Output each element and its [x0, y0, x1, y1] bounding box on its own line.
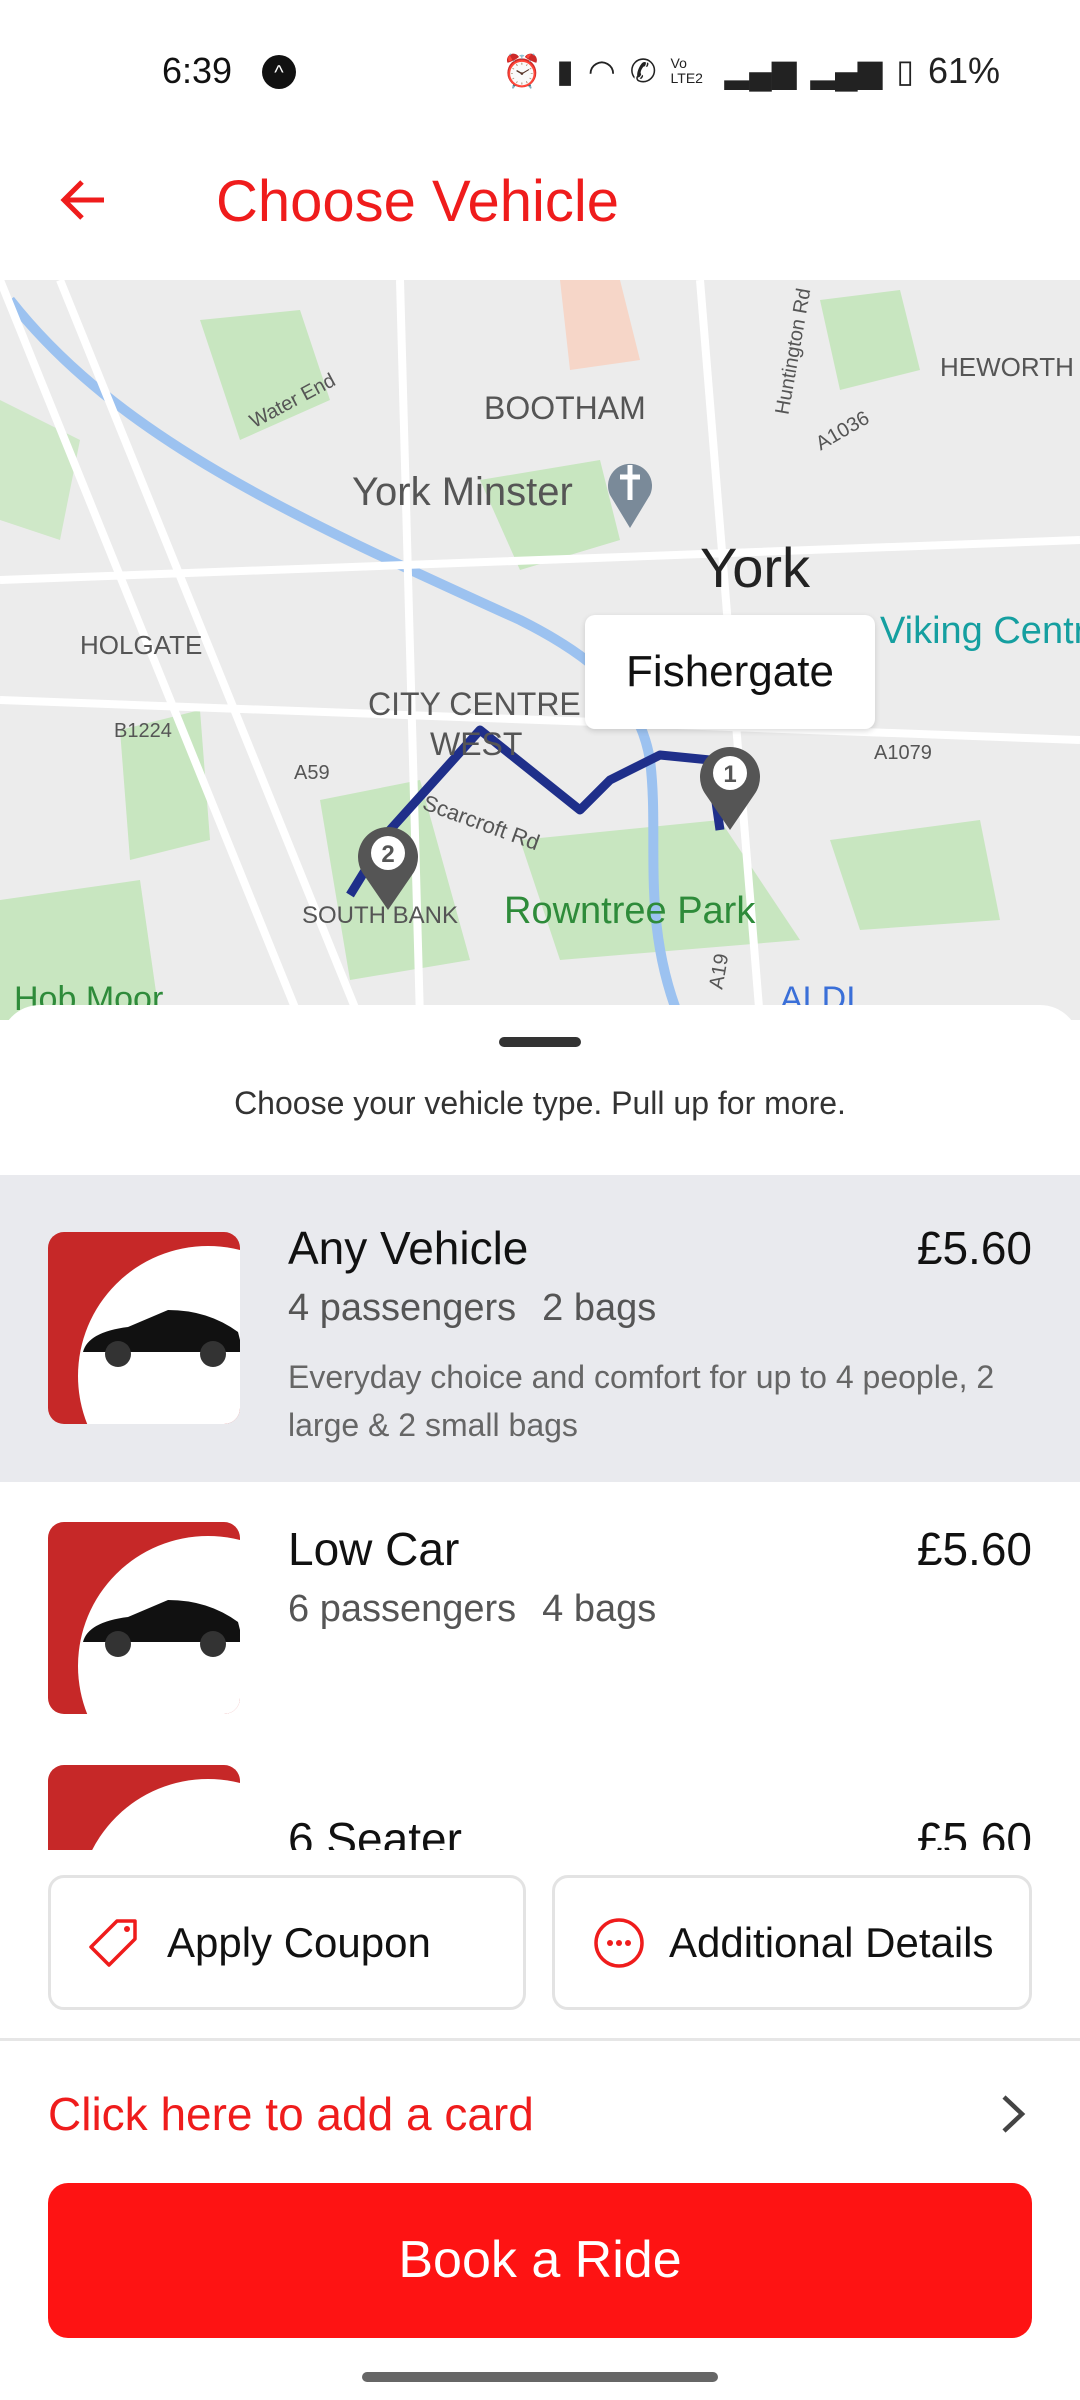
vehicle-price: £5.60 [916, 1222, 1032, 1274]
signal-icon: ▂▄▆ [724, 53, 797, 89]
battery-charging-icon: ▯ [896, 53, 914, 89]
add-card-link[interactable]: Click here to add a card [48, 2087, 534, 2141]
drag-handle[interactable] [499, 1037, 581, 1047]
marker-label: 1 [723, 761, 736, 788]
additional-details-button[interactable]: Additional Details [552, 1875, 1032, 2010]
add-card-row[interactable]: Click here to add a card [0, 2065, 1080, 2165]
status-icons: ⏰ ▮ ◠ ✆ Vo LTE2 ▂▄▆ ▂▄▆ ▯ 61% [502, 50, 1000, 92]
wifi-icon: ◠ [587, 53, 616, 89]
vehicle-bags: 4 bags [542, 1588, 657, 1630]
header: Choose Vehicle [0, 140, 1080, 280]
sheet-hint: Choose your vehicle type. Pull up for mo… [234, 1085, 846, 1121]
clock: 6:39 [162, 50, 233, 91]
apply-coupon-button[interactable]: Apply Coupon [48, 1875, 526, 2010]
church-pin-icon [608, 463, 652, 528]
map-label: Rowntree Park [504, 890, 756, 932]
vehicle-name: 6 Seater [288, 1813, 462, 1850]
more-icon [594, 1917, 644, 1968]
vehicle-price: £5.60 [916, 1523, 1032, 1575]
additional-details-label: Additional Details [669, 1918, 994, 1966]
map-label: A59 [294, 762, 330, 784]
vehicle-passengers: 4 passengers [288, 1287, 517, 1329]
vehicle-bags: 2 bags [542, 1287, 657, 1329]
arrow-left-icon[interactable] [54, 170, 114, 230]
volte-icon: Vo LTE2 [670, 55, 703, 86]
signal-icon: ▂▄▆ [810, 53, 883, 89]
apply-coupon-label: Apply Coupon [167, 1918, 431, 1966]
map-label: HEWORTH [940, 352, 1074, 382]
vehicle-item-any[interactable]: Any Vehicle £5.60 4 passengers 2 bags Eve… [0, 1175, 1080, 1482]
map-label: Viking Centre [880, 610, 1080, 652]
vehicle-passengers: 6 passengers [288, 1588, 517, 1630]
vehicle-name: Low Car [288, 1523, 460, 1575]
location-tooltip[interactable]: Fishergate [585, 615, 875, 729]
vehicle-name: Any Vehicle [288, 1222, 529, 1274]
vehicle-image [48, 1765, 240, 1850]
map-label: HOLGATE [80, 630, 203, 660]
marker-label: 2 [381, 841, 394, 868]
vehicle-image [48, 1522, 240, 1714]
book-ride-button[interactable]: Book a Ride [48, 2183, 1032, 2338]
tag-icon [89, 1918, 137, 1967]
vehicle-description: Everyday choice and comfort for up to 4 … [288, 1359, 995, 1443]
vehicle-image [48, 1232, 240, 1424]
home-indicator[interactable] [362, 2372, 718, 2382]
vibrate-icon: ▮ [556, 53, 574, 89]
vehicle-item-6-seater[interactable]: 6 Seater £5.60 [0, 1760, 1080, 1850]
route-map[interactable]: BOOTHAM York Minster York HEWORTH HOLGAT… [0, 280, 1080, 1020]
map-pin-icon[interactable]: 2 [348, 815, 428, 915]
chevron-right-icon [1002, 2095, 1026, 2133]
page-title: Choose Vehicle [216, 169, 620, 234]
battery-level: 61% [927, 50, 1000, 91]
vehicle-price: £5.60 [916, 1813, 1032, 1850]
bottom-sheet: Choose your vehicle type. Pull up for mo… [0, 1005, 1080, 2400]
map-label: CITY CENTRE [368, 686, 581, 722]
vehicle-item-low-car[interactable]: Low Car £5.60 6 passengers 4 bags [0, 1482, 1080, 1760]
map-label: B1224 [114, 720, 172, 742]
divider [0, 2038, 1080, 2041]
status-bar: 6:39 ^ ⏰ ▮ ◠ ✆ Vo LTE2 ▂▄▆ ▂▄▆ ▯ 61% [0, 0, 1080, 140]
map-label: BOOTHAM [484, 390, 646, 426]
map-label: York Minster [352, 470, 573, 514]
alarm-icon: ⏰ [502, 53, 543, 89]
map-label: A1079 [874, 742, 932, 764]
navigation-icon: ^ [262, 55, 296, 89]
wifi-call-icon: ✆ [629, 53, 657, 89]
map-label: WEST [430, 726, 523, 762]
map-label: York [700, 536, 811, 599]
map-pin-icon[interactable]: 1 [690, 735, 770, 835]
vehicle-list[interactable]: Any Vehicle £5.60 4 passengers 2 bags Eve… [0, 1175, 1080, 1850]
